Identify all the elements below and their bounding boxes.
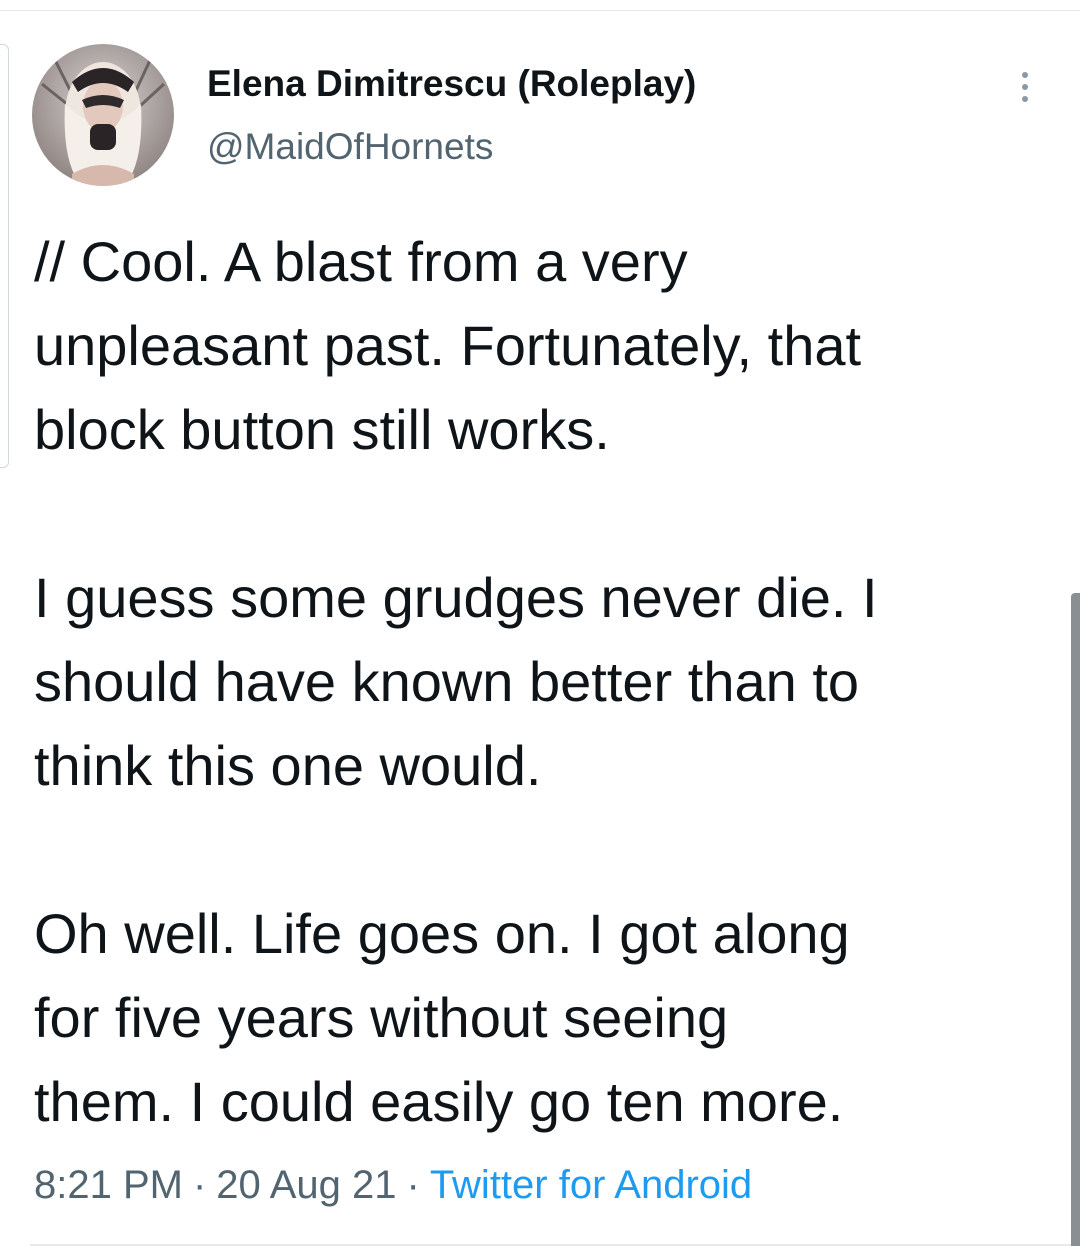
tweet-paragraph: I guess some grudges never die. I should… xyxy=(34,566,878,797)
author-handle[interactable]: @MaidOfHornets xyxy=(207,123,493,171)
avatar-image xyxy=(32,44,174,186)
tweet-paragraph: Oh well. Life goes on. I got along for f… xyxy=(34,902,850,1133)
author-display-name[interactable]: Elena Dimitrescu (Roleplay) xyxy=(207,60,696,108)
scrollbar[interactable] xyxy=(1071,593,1080,1246)
tweet-date[interactable]: 20 Aug 21 xyxy=(216,1163,396,1207)
top-divider xyxy=(0,10,1080,11)
tweet-metadata: 8:21 PM · 20 Aug 21 · Twitter for Android xyxy=(34,1160,752,1210)
tweet-time[interactable]: 8:21 PM xyxy=(34,1163,183,1207)
more-dot xyxy=(1022,96,1028,102)
meta-separator: · xyxy=(192,1163,207,1207)
tweet-paragraph: // Cool. A blast from a very unpleasant … xyxy=(34,230,862,461)
tweet-source-link[interactable]: Twitter for Android xyxy=(430,1163,752,1207)
avatar[interactable] xyxy=(32,44,174,186)
meta-separator: · xyxy=(406,1163,420,1207)
tweet-text: // Cool. A blast from a very unpleasant … xyxy=(34,220,1044,1144)
more-dot xyxy=(1022,72,1028,78)
more-vertical-icon[interactable] xyxy=(1010,66,1040,110)
conversation-thread-edge xyxy=(0,44,9,468)
more-dot xyxy=(1022,84,1028,90)
